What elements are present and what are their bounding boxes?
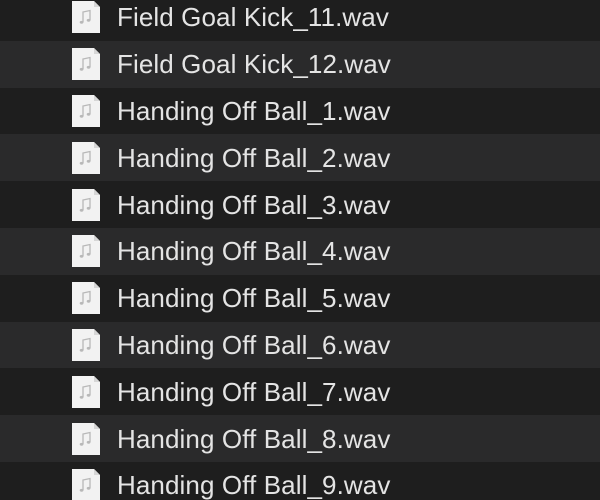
file-rows: Field Goal Kick_11.wav Field Goal Kick_1… <box>0 0 600 500</box>
file-name: Handing Off Ball_7.wav <box>117 376 391 407</box>
audio-file-icon <box>70 0 102 34</box>
audio-file-icon <box>70 281 102 315</box>
list-item[interactable]: Handing Off Ball_4.wav <box>0 227 600 275</box>
audio-file-icon <box>70 234 102 268</box>
list-item[interactable]: Field Goal Kick_12.wav <box>0 40 600 88</box>
list-item[interactable]: Handing Off Ball_9.wav <box>0 461 600 500</box>
list-item[interactable]: Handing Off Ball_7.wav <box>0 368 600 416</box>
audio-file-icon <box>70 468 102 500</box>
audio-file-icon <box>70 188 102 222</box>
file-name: Handing Off Ball_5.wav <box>117 283 391 314</box>
audio-file-icon <box>70 422 102 456</box>
audio-file-icon <box>70 47 102 81</box>
file-name: Handing Off Ball_1.wav <box>117 95 391 126</box>
list-item[interactable]: Handing Off Ball_1.wav <box>0 87 600 135</box>
list-item[interactable]: Handing Off Ball_6.wav <box>0 321 600 369</box>
file-name: Handing Off Ball_8.wav <box>117 423 391 454</box>
file-name: Handing Off Ball_4.wav <box>117 236 391 267</box>
audio-file-icon <box>70 375 102 409</box>
file-name: Handing Off Ball_6.wav <box>117 329 391 360</box>
list-item[interactable]: Handing Off Ball_3.wav <box>0 181 600 228</box>
file-name: Handing Off Ball_2.wav <box>117 142 391 173</box>
file-name: Handing Off Ball_9.wav <box>117 470 391 500</box>
list-item[interactable]: Handing Off Ball_8.wav <box>0 415 600 462</box>
file-name: Field Goal Kick_12.wav <box>117 49 391 80</box>
audio-file-icon <box>70 94 102 128</box>
list-item[interactable]: Handing Off Ball_2.wav <box>0 134 600 182</box>
file-name: Field Goal Kick_11.wav <box>117 2 389 33</box>
list-item[interactable]: Field Goal Kick_11.wav <box>0 0 600 41</box>
file-list: Field Goal Kick_11.wav Field Goal Kick_1… <box>0 0 600 500</box>
audio-file-icon <box>70 328 102 362</box>
audio-file-icon <box>70 141 102 175</box>
file-name: Handing Off Ball_3.wav <box>117 189 391 220</box>
list-item[interactable]: Handing Off Ball_5.wav <box>0 274 600 322</box>
